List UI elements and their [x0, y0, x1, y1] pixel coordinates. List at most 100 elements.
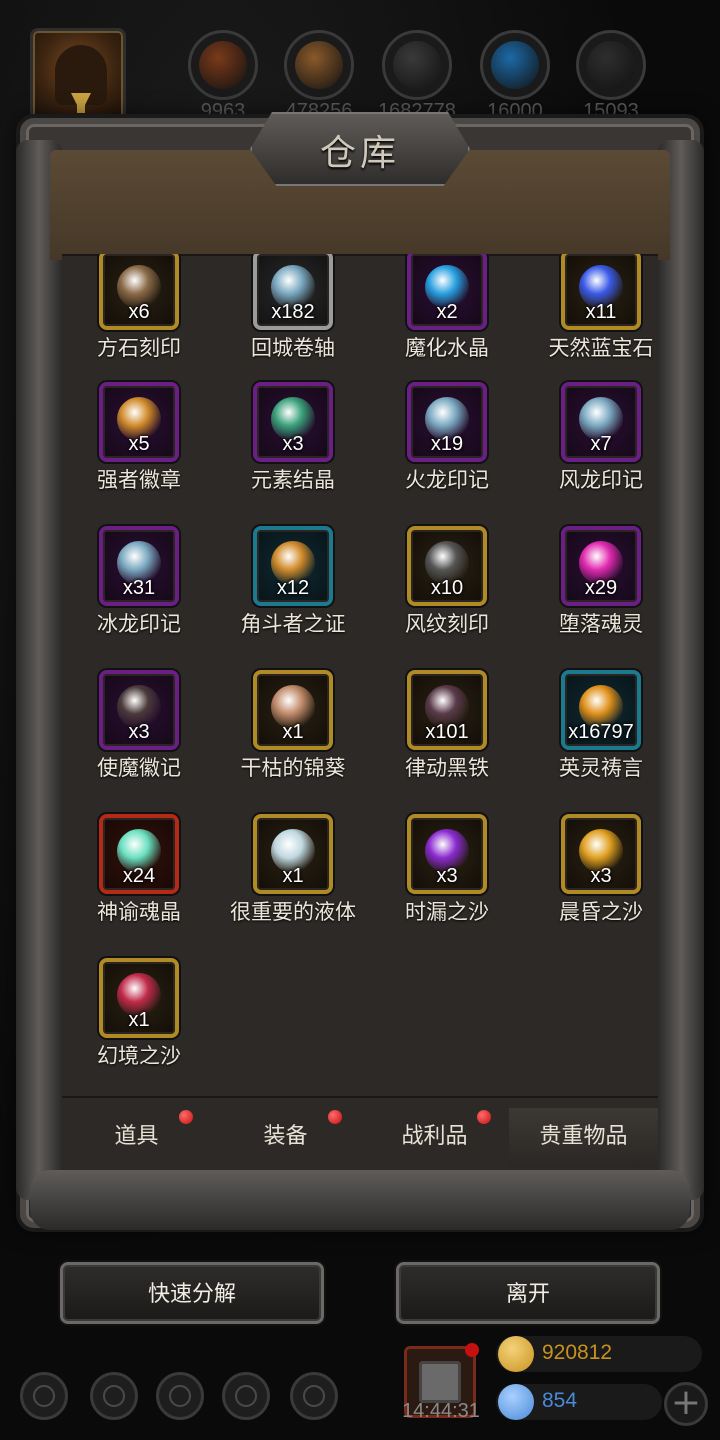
inventory-item[interactable]: x1 干枯的锦葵: [216, 670, 370, 780]
item-slot[interactable]: x11: [561, 254, 641, 330]
item-name: 回城卷轴: [251, 336, 335, 360]
item-name: 时漏之沙: [405, 900, 489, 924]
star-icon[interactable]: [90, 1372, 138, 1420]
inventory-item[interactable]: x16797 英灵祷言: [524, 670, 658, 780]
leave-button[interactable]: 离开: [396, 1262, 660, 1324]
inventory-item[interactable]: x10 风纹刻印: [370, 526, 524, 636]
item-slot[interactable]: x3: [253, 382, 333, 462]
item-name: 晨昏之沙: [559, 900, 643, 924]
wood-icon: [284, 30, 354, 100]
tab-label: 战利品: [401, 1124, 468, 1149]
add-currency-button[interactable]: +: [664, 1382, 708, 1426]
item-slot[interactable]: x1: [99, 958, 179, 1038]
item-quantity: x7: [590, 433, 612, 455]
item-quantity: x3: [282, 433, 304, 455]
item-name: 魔化水晶: [405, 336, 489, 360]
frame-bottom-rail: [30, 1170, 690, 1230]
inventory-item[interactable]: x3 使魔徽记: [62, 670, 216, 780]
item-quantity: x1: [128, 1009, 150, 1031]
gold-value: 920812: [542, 1341, 613, 1364]
tab-loot[interactable]: 战利品: [360, 1108, 509, 1168]
tab-bar: 道具 装备 战利品 贵重物品: [62, 1096, 658, 1170]
item-slot[interactable]: x2: [407, 254, 487, 330]
item-quantity: x3: [128, 721, 150, 743]
item-name: 元素结晶: [251, 468, 335, 492]
item-quantity: x182: [271, 301, 315, 323]
gold-counter: 920812: [496, 1336, 702, 1372]
tab-label: 道具: [114, 1124, 159, 1149]
item-quantity: x1: [282, 721, 304, 743]
inventory-item[interactable]: x11 天然蓝宝石: [524, 254, 658, 360]
item-quantity: x6: [128, 301, 150, 323]
item-slot[interactable]: x101: [407, 670, 487, 750]
item-slot[interactable]: x6: [99, 254, 179, 330]
item-quantity: x16797: [568, 721, 634, 743]
inventory-item[interactable]: x101 律动黑铁: [370, 670, 524, 780]
inventory-item[interactable]: x1 幻境之沙: [62, 958, 216, 1068]
item-slot[interactable]: x182: [253, 254, 333, 330]
map-icon[interactable]: [156, 1372, 204, 1420]
item-quantity: x29: [584, 577, 618, 599]
inventory-item[interactable]: x24 神谕魂晶: [62, 814, 216, 924]
item-slot[interactable]: x1: [253, 670, 333, 750]
player-avatar[interactable]: [30, 28, 126, 124]
tab-valuables[interactable]: 贵重物品: [509, 1108, 658, 1168]
gift-timer: 14:44:31: [402, 1400, 480, 1422]
inventory-item[interactable]: x31 冰龙印记: [62, 526, 216, 636]
item-quantity: x11: [585, 301, 617, 323]
mail-icon[interactable]: [222, 1372, 270, 1420]
item-slot[interactable]: x12: [253, 526, 333, 606]
item-name: 火龙印记: [405, 468, 489, 492]
item-quantity: x12: [276, 577, 310, 599]
item-name: 角斗者之证: [240, 612, 346, 636]
inventory-item[interactable]: x19 火龙印记: [370, 382, 524, 492]
item-name: 英灵祷言: [559, 756, 643, 780]
inventory-item[interactable]: x3 晨昏之沙: [524, 814, 658, 924]
inventory-item[interactable]: x5 强者徽章: [62, 382, 216, 492]
inventory-item[interactable]: x7 风龙印记: [524, 382, 658, 492]
item-name: 强者徽章: [97, 468, 181, 492]
item-slot[interactable]: x19: [407, 382, 487, 462]
item-quantity: x1: [282, 865, 304, 887]
item-slot[interactable]: x10: [407, 526, 487, 606]
item-quantity: x24: [122, 865, 156, 887]
tab-items[interactable]: 道具: [62, 1108, 211, 1168]
item-slot[interactable]: x3: [561, 814, 641, 894]
gem-icon: [498, 1384, 534, 1420]
item-slot[interactable]: x7: [561, 382, 641, 462]
gem-counter: 854: [496, 1384, 662, 1420]
tab-label: 贵重物品: [539, 1124, 628, 1149]
notification-dot: [465, 1343, 479, 1357]
inventory-item[interactable]: x29 堕落魂灵: [524, 526, 658, 636]
item-name: 神谕魂晶: [97, 900, 181, 924]
item-slot[interactable]: x5: [99, 382, 179, 462]
item-slot[interactable]: x24: [99, 814, 179, 894]
settings-icon[interactable]: [20, 1372, 68, 1420]
inventory-item[interactable]: x2 魔化水晶: [370, 254, 524, 360]
guild-icon[interactable]: [290, 1372, 338, 1420]
inventory-item[interactable]: x182 回城卷轴: [216, 254, 370, 360]
item-quantity: x2: [436, 301, 458, 323]
item-slot[interactable]: x3: [407, 814, 487, 894]
ore-icon: [576, 30, 646, 100]
item-name: 方石刻印: [97, 336, 181, 360]
gold-coin-icon: [498, 1336, 534, 1372]
notification-dot: [477, 1110, 491, 1124]
inventory-item[interactable]: x3 元素结晶: [216, 382, 370, 492]
inventory-item[interactable]: x3 时漏之沙: [370, 814, 524, 924]
item-slot[interactable]: x31: [99, 526, 179, 606]
item-name: 使魔徽记: [97, 756, 181, 780]
item-slot[interactable]: x29: [561, 526, 641, 606]
item-quantity: x3: [590, 865, 612, 887]
tab-equipment[interactable]: 装备: [211, 1108, 360, 1168]
leather-icon: [188, 30, 258, 100]
item-slot[interactable]: x3: [99, 670, 179, 750]
item-name: 干枯的锦葵: [240, 756, 346, 780]
inventory-item[interactable]: x6 方石刻印: [62, 254, 216, 360]
inventory-item[interactable]: x12 角斗者之证: [216, 526, 370, 636]
item-slot[interactable]: x1: [253, 814, 333, 894]
quick-decompose-button[interactable]: 快速分解: [60, 1262, 324, 1324]
item-slot[interactable]: x16797: [561, 670, 641, 750]
item-grid[interactable]: x6 方石刻印 x182 回城卷轴 x2 魔化水晶 x11 天然蓝宝石 x5 强者徽章 x3 元素结晶…: [62, 254, 658, 1096]
inventory-item[interactable]: x1 很重要的液体: [216, 814, 370, 924]
